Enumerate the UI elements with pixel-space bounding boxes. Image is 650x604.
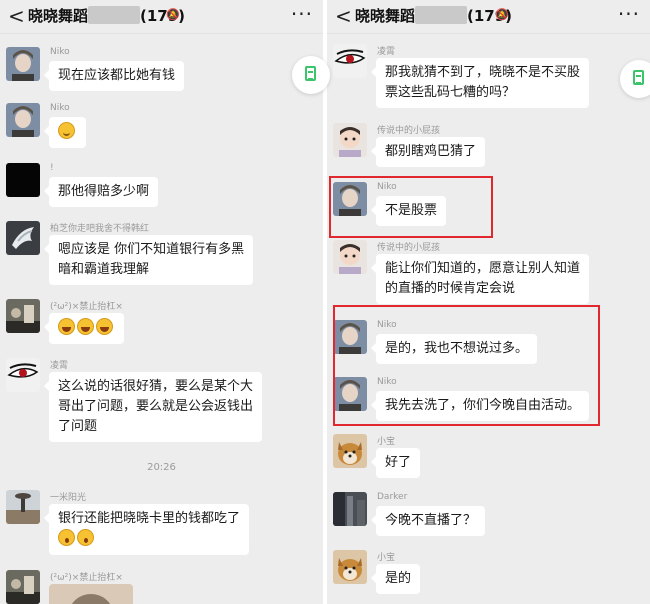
image-message[interactable] <box>49 584 133 604</box>
document-button[interactable] <box>620 60 650 98</box>
sender-name: (²ω²)×禁止抬杠× <box>50 302 123 312</box>
avatar[interactable] <box>333 550 367 584</box>
message-bubble[interactable]: 那我就猜不到了，晓晓不是不买股 票这些乱码七糟的吗？ <box>370 58 590 108</box>
document-icon <box>633 70 644 85</box>
avatar[interactable] <box>6 570 40 604</box>
highlight-box <box>329 176 493 238</box>
document-icon <box>305 66 316 81</box>
message-line: 银行还能把晓晓卡里的钱都吃了 <box>58 511 241 526</box>
sender-name: ! <box>50 163 54 173</box>
avatar[interactable] <box>6 358 40 392</box>
message-line: 了问题 <box>58 419 98 434</box>
message-bubble[interactable]: 嗯应该是 你们不知道银行有多黑 暗和霸道我理解 <box>43 235 254 285</box>
sender-name: (²ω²)×禁止抬杠× <box>50 573 123 583</box>
chat-title: 晓晓舞蹈 (179) <box>355 6 513 25</box>
message-line: 这么说的话很好猜，要么是某个大 <box>58 379 254 394</box>
avatar[interactable] <box>333 434 367 468</box>
avatar[interactable] <box>333 123 367 157</box>
smile-emoji-icon <box>58 122 75 139</box>
laugh-cry-emoji-icon <box>77 318 94 335</box>
sender-name: 小宝 <box>377 437 396 447</box>
avatar[interactable] <box>6 103 40 137</box>
sender-name: Darker <box>377 492 408 502</box>
avatar[interactable] <box>6 299 40 333</box>
message-bubble[interactable]: 好了 <box>370 448 421 478</box>
avatar[interactable] <box>333 240 367 274</box>
message-bubble[interactable]: 现在应该都比她有钱 <box>43 61 185 91</box>
sender-name: 柏芝你走吧我舍不得韩红 <box>50 224 150 234</box>
redacted-block <box>88 6 141 24</box>
message-bubble[interactable]: 银行还能把晓晓卡里的钱都吃了 <box>43 504 250 555</box>
sender-name: 一米阳光 <box>50 493 87 503</box>
mute-bell-icon: 🔕 <box>166 8 180 21</box>
message-line: 票这些乱码七糟的吗？ <box>385 85 516 100</box>
message-line: 的直播的时候肯定会说 <box>385 281 516 296</box>
sender-name: 传说中的小屁孩 <box>377 243 441 253</box>
message-line: 暗和霸道我理解 <box>58 262 150 277</box>
back-icon[interactable]: < <box>335 4 352 28</box>
chat-panel-left: < 晓晓舞蹈 (179) 🔕 ··· Niko 现在应该都比她有钱 Niko ! … <box>0 0 323 604</box>
highlight-box <box>333 305 600 426</box>
sender-name: Niko <box>50 47 70 57</box>
message-bubble[interactable]: 这么说的话很好猜，要么是某个大 哥出了问题，要么就是公会返钱出 了问题 <box>43 372 263 442</box>
laugh-cry-emoji-icon <box>58 318 75 335</box>
avatar[interactable] <box>6 47 40 81</box>
avatar[interactable] <box>6 221 40 255</box>
avatar[interactable] <box>6 490 40 524</box>
shocked-emoji-icon <box>58 529 75 546</box>
message-bubble[interactable]: 今晚不直播了？ <box>370 506 486 536</box>
message-line: 嗯应该是 你们不知道银行有多黑 <box>58 242 245 257</box>
message-bubble[interactable] <box>44 117 86 148</box>
message-bubble[interactable]: 能让你们知道的，愿意让别人知道 的直播的时候肯定会说 <box>370 254 590 304</box>
avatar[interactable] <box>6 163 40 197</box>
avatar[interactable] <box>333 492 367 526</box>
message-bubble[interactable]: 都别瞎鸡巴猜了 <box>370 137 486 167</box>
sender-name: Niko <box>50 103 70 113</box>
message-bubble[interactable]: 那他得赔多少啊 <box>43 177 159 207</box>
sender-name: 传说中的小屁孩 <box>377 126 441 136</box>
message-bubble[interactable] <box>44 313 124 344</box>
sender-name: 凌霄 <box>377 47 396 57</box>
laugh-cry-emoji-icon <box>96 318 113 335</box>
sender-name: 凌霄 <box>50 361 69 371</box>
message-line <box>58 529 240 550</box>
avatar[interactable] <box>333 44 367 78</box>
redacted-block <box>415 6 468 24</box>
chat-header: < 晓晓舞蹈 (179) 🔕 ··· <box>0 0 323 34</box>
timestamp: 20:26 <box>147 462 176 473</box>
message-line: 那我就猜不到了，晓晓不是不买股 <box>385 65 581 80</box>
sender-name: 小宝 <box>377 553 396 563</box>
chat-panel-right: < 晓晓舞蹈 (179) 🔕 ··· 凌霄 那我就猜不到了，晓晓不是不买股 票这些… <box>327 0 650 604</box>
more-icon[interactable]: ··· <box>618 2 640 26</box>
mute-bell-icon: 🔕 <box>495 8 509 21</box>
shocked-emoji-icon <box>77 529 94 546</box>
message-line: 能让你们知道的，愿意让别人知道 <box>385 261 581 276</box>
message-bubble[interactable]: 是的 <box>370 564 421 594</box>
chat-title: 晓晓舞蹈 (179) <box>28 6 186 25</box>
document-button[interactable] <box>292 56 330 94</box>
message-line: 哥出了问题，要么就是公会返钱出 <box>58 399 254 414</box>
more-icon[interactable]: ··· <box>291 2 313 26</box>
back-icon[interactable]: < <box>8 4 25 28</box>
chat-header: < 晓晓舞蹈 (179) 🔕 ··· <box>327 0 650 34</box>
